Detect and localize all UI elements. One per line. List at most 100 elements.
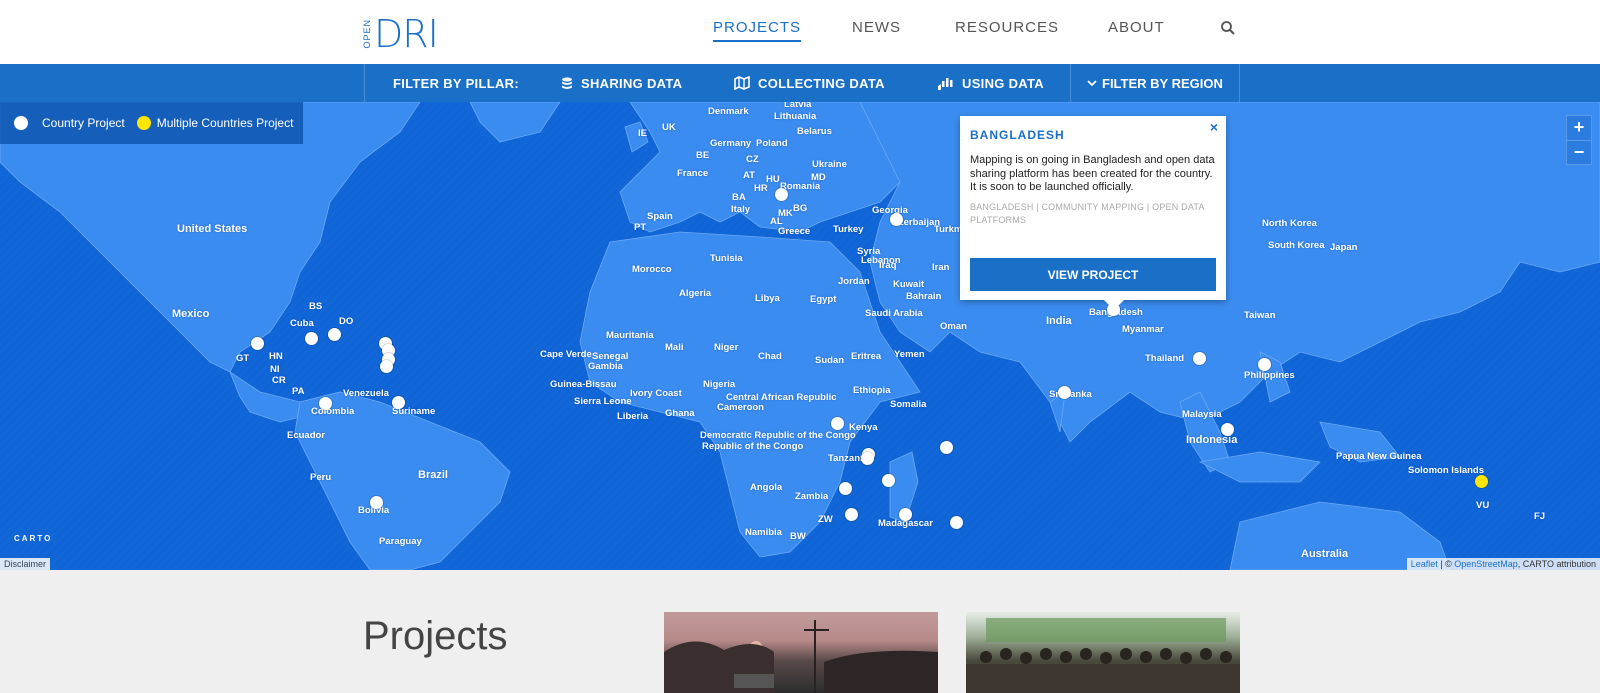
nav-news[interactable]: NEWS — [852, 19, 901, 36]
project-thumbnail[interactable] — [664, 612, 938, 693]
map-label: Turkm — [934, 224, 963, 235]
map-label: Lithuania — [774, 111, 817, 122]
map-label: Colombia — [311, 406, 355, 417]
map-label: Poland — [756, 138, 788, 149]
filter-using-label: USING DATA — [962, 75, 1044, 91]
map-icon — [734, 76, 750, 90]
map-label: CR — [272, 375, 286, 386]
zoom-out-button[interactable]: − — [1567, 140, 1591, 164]
map-label: FJ — [1534, 511, 1546, 522]
project-marker[interactable] — [899, 508, 912, 521]
map-label: Mauritania — [606, 330, 654, 341]
sunset-road-photo — [664, 620, 938, 693]
project-marker[interactable] — [328, 328, 341, 341]
carto-attribution[interactable]: , CARTO attribution — [1518, 559, 1596, 569]
disclaimer-link[interactable]: Disclaimer — [0, 558, 51, 570]
filter-using-data[interactable]: USING DATA — [938, 64, 1044, 102]
map-label: Latvia — [784, 102, 812, 110]
nav-projects[interactable]: PROJECTS — [713, 19, 802, 42]
map-label: HR — [754, 183, 768, 194]
map-label: Morocco — [632, 264, 672, 275]
map-label: Mexico — [172, 308, 210, 320]
map-label: UK — [662, 122, 676, 133]
map-label: Chad — [758, 351, 782, 362]
map-label: Venezuela — [343, 388, 389, 399]
project-marker[interactable] — [1193, 352, 1206, 365]
project-marker[interactable] — [1221, 423, 1234, 436]
map-label: Democratic Republic of the Congo — [700, 430, 856, 441]
zoom-in-button[interactable]: + — [1567, 116, 1591, 140]
project-marker[interactable] — [845, 508, 858, 521]
project-marker[interactable] — [882, 474, 895, 487]
project-marker[interactable] — [950, 516, 963, 529]
project-marker[interactable] — [861, 452, 874, 465]
map-label: HU — [766, 174, 780, 185]
map-label: Guinea-Bissau — [550, 379, 617, 390]
opendri-logo[interactable]: OPEN DRI — [362, 15, 439, 53]
map-label: Ecuador — [287, 430, 326, 441]
project-marker[interactable] — [392, 396, 405, 409]
map-label: NI — [270, 364, 280, 375]
map-label: Germany — [710, 138, 752, 149]
map-label: Papua New Guinea — [1336, 451, 1422, 462]
map-label: Bahrain — [906, 291, 942, 302]
nav-about[interactable]: ABOUT — [1108, 19, 1165, 36]
project-marker[interactable] — [305, 332, 318, 345]
project-popup: × BANGLADESH Mapping is on going in Bang… — [960, 116, 1226, 310]
multiple-countries-marker[interactable] — [1475, 475, 1488, 488]
popup-description: Mapping is on going in Bangladesh and op… — [970, 154, 1215, 193]
nav-resources[interactable]: RESOURCES — [955, 19, 1059, 36]
map-label: Ethiopia — [853, 385, 891, 396]
legend-country-label: Country Project — [42, 116, 125, 130]
map-label: Egypt — [810, 294, 837, 305]
filter-by-region-dropdown[interactable]: FILTER BY REGION — [1070, 64, 1240, 102]
search-icon — [1221, 21, 1235, 35]
view-project-button[interactable]: VIEW PROJECT — [970, 258, 1216, 291]
project-marker[interactable] — [370, 496, 383, 509]
carto-logo[interactable]: CARTO — [14, 534, 52, 543]
map-label: Peru — [310, 472, 332, 483]
project-marker[interactable] — [380, 360, 393, 373]
map-label: Spain — [647, 211, 673, 222]
map-label: Denmark — [708, 106, 749, 117]
popup-tags[interactable]: BANGLADESH | COMMUNITY MAPPING | OPEN DA… — [970, 201, 1216, 227]
project-marker[interactable] — [775, 188, 788, 201]
map-label: Eritrea — [851, 351, 882, 362]
project-marker[interactable] — [1258, 358, 1271, 371]
map-label: India — [1046, 315, 1072, 327]
world-map[interactable]: Latvia Denmark Lithuania IE UK Belarus Germany… — [0, 102, 1600, 570]
map-label: BG — [793, 203, 808, 214]
zoom-control: + − — [1566, 115, 1592, 165]
filter-sharing-data[interactable]: SHARING DATA — [561, 64, 682, 102]
map-label: Iraq — [879, 260, 897, 271]
project-marker[interactable] — [890, 213, 903, 226]
legend-multiple-label: Multiple Countries Project — [156, 116, 294, 130]
project-marker[interactable] — [319, 397, 332, 410]
project-marker[interactable] — [940, 441, 953, 454]
map-label: Somalia — [890, 399, 927, 410]
filter-collecting-data[interactable]: COLLECTING DATA — [734, 64, 885, 102]
project-marker[interactable] — [839, 482, 852, 495]
map-label: Algeria — [679, 288, 712, 299]
legend-country-swatch — [14, 116, 28, 130]
popup-close-button[interactable]: × — [1210, 119, 1218, 135]
search-button[interactable] — [1220, 20, 1236, 36]
osm-link[interactable]: OpenStreetMap — [1454, 559, 1518, 569]
map-label: Taiwan — [1244, 310, 1276, 321]
leaflet-link[interactable]: Leaflet — [1411, 559, 1438, 569]
map-attribution: Leaflet | © OpenStreetMap, CARTO attribu… — [1406, 558, 1600, 570]
map-label: Sudan — [815, 355, 845, 366]
map-label: Georgia — [872, 205, 908, 216]
map-label: Liberia — [617, 411, 649, 422]
map-label: Ukraine — [812, 159, 847, 170]
map-label: Philippines — [1244, 370, 1295, 381]
project-thumbnail[interactable] — [966, 612, 1240, 693]
map-label: PA — [292, 386, 305, 397]
project-marker[interactable] — [1058, 386, 1071, 399]
project-marker[interactable] — [831, 417, 844, 430]
map-label: Turkey — [833, 224, 864, 235]
map-label: Japan — [1330, 242, 1358, 253]
map-label: Greece — [778, 226, 811, 237]
map-label: Cameroon — [717, 402, 764, 413]
project-marker[interactable] — [251, 337, 264, 350]
